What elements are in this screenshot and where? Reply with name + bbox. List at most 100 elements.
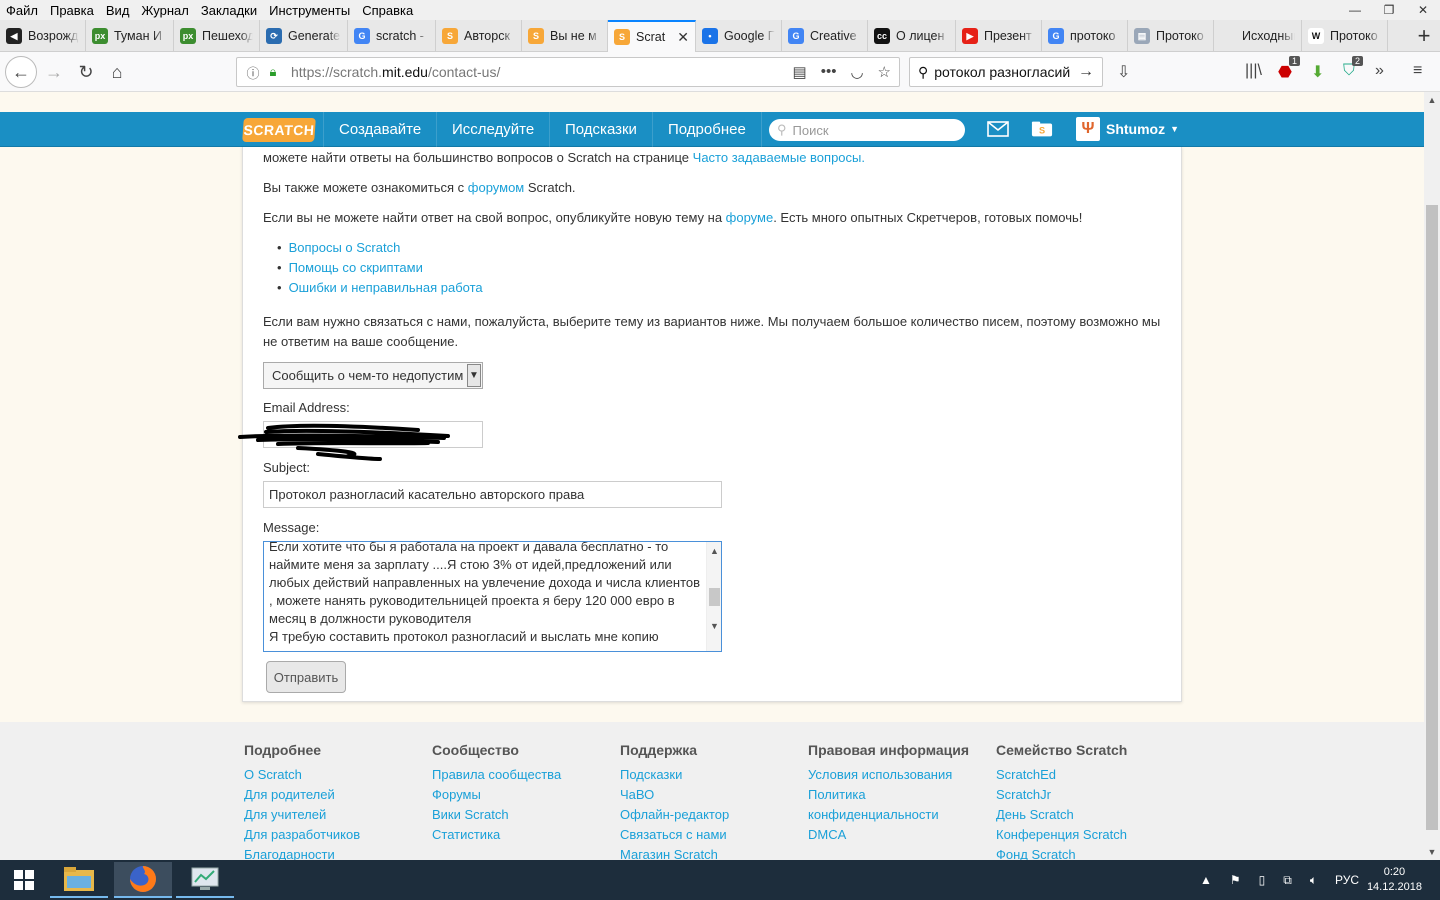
scratch-search-input[interactable]: ⚲ Поиск (769, 119, 965, 141)
new-tab-button[interactable]: + (1408, 20, 1440, 51)
faq-link[interactable]: Часто задаваемые вопросы. (693, 150, 865, 165)
nav-create[interactable]: Создавайте (323, 112, 436, 147)
pocket-icon[interactable]: ◡ (850, 63, 863, 81)
shield-icon[interactable]: ⛉ 2 (1343, 56, 1364, 80)
footer-link[interactable]: Для разработчиков (244, 824, 360, 844)
tray-tablet-icon[interactable]: ▯ (1259, 873, 1266, 887)
hamburger-menu-icon[interactable]: ≡ (1413, 62, 1422, 80)
menu-history[interactable]: Журнал (135, 3, 194, 18)
footer-link[interactable]: О Scratch (244, 764, 360, 784)
my-stuff-folder-icon[interactable]: S (1031, 120, 1053, 138)
info-icon[interactable]: ⓘ (245, 64, 261, 81)
close-window-icon[interactable]: ✕ (1406, 0, 1440, 20)
footer-link[interactable]: Связаться с нами (620, 824, 729, 844)
page-scroll-up-icon[interactable]: ▲ (1424, 95, 1440, 105)
url-bar[interactable]: ⓘ 🔒︎ https://scratch.mit.edu/contact-us/… (236, 57, 900, 87)
footer-link[interactable]: конфиденциальности (808, 804, 969, 824)
adblock-icon[interactable]: ⬣ 1 (1278, 56, 1300, 82)
messages-envelope-icon[interactable] (987, 120, 1009, 138)
language-indicator[interactable]: РУС (1335, 873, 1359, 887)
textarea-scroll-thumb[interactable] (709, 588, 720, 606)
footer-link[interactable]: Офлайн-редактор (620, 804, 729, 824)
scroll-down-icon[interactable]: ▼ (707, 619, 721, 633)
taskbar-file-explorer[interactable] (50, 862, 108, 898)
tab-8[interactable]: • Google Г (696, 20, 782, 52)
back-button[interactable]: ← (5, 56, 37, 88)
menu-tools[interactable]: Инструменты (263, 3, 356, 18)
search-bar[interactable]: ⚲ ротокол разногласий → (909, 57, 1103, 87)
tab-0[interactable]: ◀ Возрожд (0, 20, 86, 52)
tab-14[interactable]: Исходный к (1214, 20, 1302, 52)
lock-icon[interactable]: 🔒︎ (265, 64, 281, 80)
footer-link[interactable]: Вики Scratch (432, 804, 561, 824)
topic-select[interactable]: Сообщить о чем-то недопустим ▼ (263, 362, 483, 389)
list-item-bugs[interactable]: Ошибки и неправильная работа (277, 278, 483, 298)
list-item-questions[interactable]: Вопросы о Scratch (277, 238, 483, 258)
footer-link[interactable]: ScratchJr (996, 784, 1127, 804)
download-helper-icon[interactable]: ⬇ (1311, 62, 1324, 82)
tab-5[interactable]: S Авторск (436, 20, 522, 52)
scratch-logo[interactable]: SCRATCH (242, 118, 316, 142)
menu-edit[interactable]: Правка (44, 3, 100, 18)
library-icon[interactable]: |||\ (1245, 62, 1262, 80)
footer-link[interactable]: Статистика (432, 824, 561, 844)
tab-11[interactable]: ▶ Презент (956, 20, 1042, 52)
footer-link[interactable]: Правила сообщества (432, 764, 561, 784)
footer-link[interactable]: Политика (808, 784, 969, 804)
submit-button[interactable]: Отправить (266, 661, 346, 693)
tab-12[interactable]: Gпротоко (1042, 20, 1128, 52)
tab-7[interactable]: S Scrat ✕ (608, 20, 696, 52)
downloads-toolbar-icon[interactable]: ⇩ (1117, 62, 1130, 82)
tab-13[interactable]: ▤ Протоко (1128, 20, 1214, 52)
user-menu[interactable]: Ψ Shtumoz ▼ (1076, 117, 1179, 141)
tray-flag-icon[interactable]: ⚑ (1230, 873, 1241, 887)
tray-expand-icon[interactable]: ▲ (1200, 873, 1212, 887)
tab-close-icon[interactable]: ✕ (677, 29, 689, 46)
page-scroll-down-icon[interactable]: ▼ (1424, 847, 1440, 857)
menu-view[interactable]: Вид (100, 3, 136, 18)
url-text[interactable]: https://scratch.mit.edu/contact-us/ (291, 64, 793, 80)
start-button[interactable] (0, 860, 48, 900)
reload-button[interactable]: ↻ (72, 58, 100, 86)
footer-link[interactable]: Форумы (432, 784, 561, 804)
subject-field[interactable]: Протокол разногласий касательно авторско… (263, 481, 722, 508)
menu-help[interactable]: Справка (356, 3, 419, 18)
tray-volume-icon[interactable]: 🔈︎ (1310, 873, 1317, 888)
tab-1[interactable]: px Туман И (86, 20, 174, 52)
footer-link[interactable]: Подсказки (620, 764, 729, 784)
footer-link[interactable]: Конференция Scratch (996, 824, 1127, 844)
nav-explore[interactable]: Исследуйте (436, 112, 549, 147)
minimize-icon[interactable]: — (1338, 0, 1372, 20)
tab-3[interactable]: ⟳ Generate (260, 20, 348, 52)
textarea-scrollbar[interactable]: ▲ ▼ (706, 542, 721, 651)
restore-icon[interactable]: ❐ (1372, 0, 1406, 20)
footer-link[interactable]: DMCA (808, 824, 969, 844)
list-item-scripts-help[interactable]: Помощь со скриптами (277, 258, 483, 278)
forum-link-2[interactable]: форуме (726, 210, 774, 225)
footer-link[interactable]: Для родителей (244, 784, 360, 804)
page-actions-icon[interactable]: ••• (821, 63, 837, 81)
footer-link[interactable]: Условия использования (808, 764, 969, 784)
footer-link[interactable]: ScratchEd (996, 764, 1127, 784)
tray-network-icon[interactable]: ⧉ (1283, 873, 1292, 888)
home-button[interactable]: ⌂ (103, 58, 131, 86)
tab-10[interactable]: cc О лицен (868, 20, 956, 52)
search-go-icon[interactable]: → (1078, 63, 1102, 81)
clock[interactable]: 0:20 14.12.2018 (1367, 865, 1422, 895)
reader-view-icon[interactable]: ▤ (793, 63, 807, 81)
tab-2[interactable]: px Пешеход (174, 20, 260, 52)
footer-link[interactable]: Для учителей (244, 804, 360, 824)
scroll-up-icon[interactable]: ▲ (707, 544, 721, 558)
tab-4[interactable]: Gscratch - (348, 20, 436, 52)
taskbar-app-3[interactable] (176, 862, 234, 898)
page-scroll-thumb[interactable] (1426, 205, 1438, 830)
bookmark-star-icon[interactable]: ☆ (878, 63, 891, 81)
tab-9[interactable]: G Creative (782, 20, 868, 52)
footer-link[interactable]: День Scratch (996, 804, 1127, 824)
overflow-chevron-icon[interactable]: » (1375, 62, 1384, 80)
nav-tips[interactable]: Подсказки (549, 112, 652, 147)
menu-file[interactable]: Файл (0, 3, 44, 18)
menu-bookmarks[interactable]: Закладки (195, 3, 263, 18)
message-textarea[interactable]: Если хотите что бы я работала на проект … (263, 541, 722, 652)
forum-link[interactable]: форумом (468, 180, 524, 195)
